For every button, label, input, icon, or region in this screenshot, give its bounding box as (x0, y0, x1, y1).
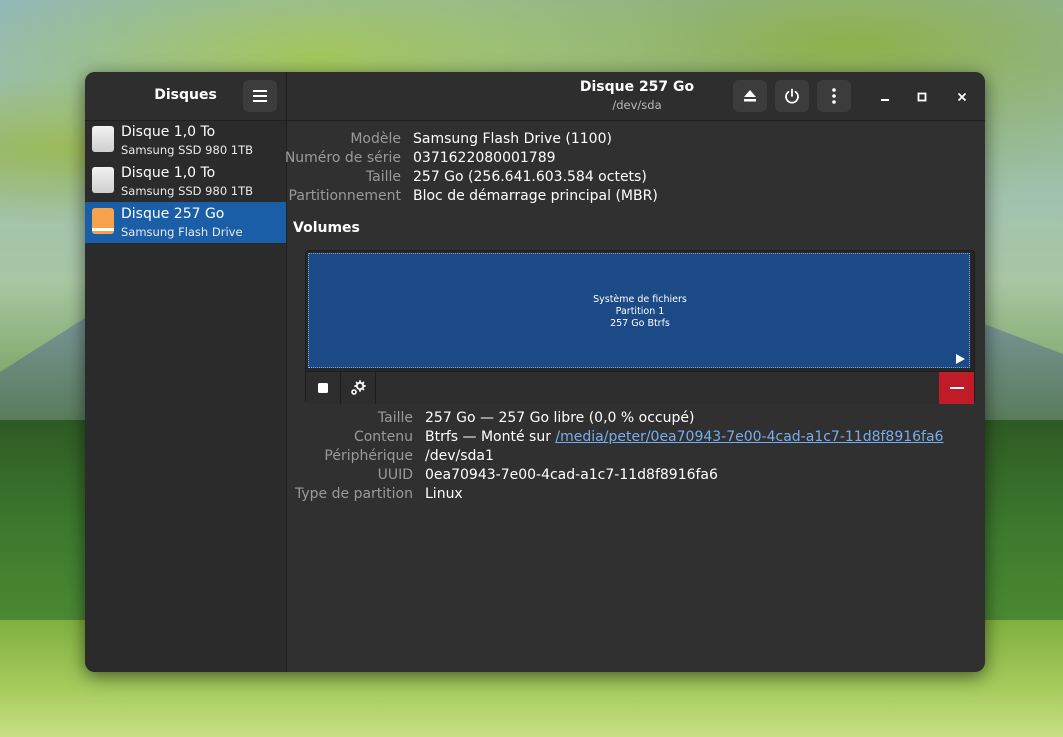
eject-icon (744, 90, 756, 102)
uuid-label: UUID (377, 467, 413, 483)
power-icon (785, 88, 799, 104)
volumes-map: Système de fichiers Partition 1 257 Go B… (305, 250, 975, 404)
partition-fs-label: Système de fichiers (593, 294, 687, 305)
partition-1-block[interactable]: Système de fichiers Partition 1 257 Go B… (308, 253, 970, 368)
size-value: 257 Go (256.641.603.584 octets) (413, 169, 647, 185)
power-off-button[interactable] (775, 80, 809, 112)
vertical-ellipsis-icon (832, 88, 836, 104)
serial-label: Numéro de série (284, 150, 401, 166)
mounted-play-icon (956, 354, 965, 364)
close-icon (957, 92, 967, 102)
uuid-value: 0ea70943-7e00-4cad-a1c7-11d8f8916fa6 (425, 467, 718, 483)
sidebar-header: Disques (85, 72, 286, 121)
size-row: Taille 257 Go (256.641.603.584 octets) (287, 169, 985, 188)
drive-item-ssd-1[interactable]: Disque 1,0 To Samsung SSD 980 1TB (85, 120, 286, 161)
partition-options-button[interactable] (341, 372, 376, 404)
volume-size-label: Taille (377, 410, 413, 426)
contents-prefix: Btrfs — Monté sur (425, 429, 556, 445)
disk-title: Disque 257 Go (579, 79, 695, 95)
disk-device-path: /dev/sda (612, 98, 662, 112)
disk-options-button[interactable] (817, 80, 851, 112)
uuid-row: UUID 0ea70943-7e00-4cad-a1c7-11d8f8916fa… (287, 467, 985, 486)
header-bar: Disque 257 Go /dev/sda (287, 72, 985, 121)
drive-item-usb[interactable]: Disque 257 Go Samsung Flash Drive (85, 202, 286, 243)
delete-partition-button[interactable] (939, 372, 974, 404)
device-row: Périphérique /dev/sda1 (287, 448, 985, 467)
eject-button[interactable] (733, 80, 767, 112)
close-button[interactable] (950, 85, 974, 109)
drive-name: Disque 1,0 To (121, 124, 216, 140)
drive-name: Disque 257 Go (121, 206, 225, 222)
serial-row: Numéro de série 0371622080001789 (284, 150, 985, 169)
ssd-drive-icon (92, 167, 114, 193)
partition-type-row: Type de partition Linux (287, 486, 985, 505)
drive-item-ssd-2[interactable]: Disque 1,0 To Samsung SSD 980 1TB (85, 161, 286, 202)
maximize-icon (917, 92, 927, 102)
sidebar: Disques Disque 1,0 To Samsung SSD 980 1T… (85, 72, 287, 672)
contents-row: Contenu Btrfs — Monté sur /media/peter/0… (287, 429, 985, 448)
model-value: Samsung Flash Drive (1100) (413, 131, 612, 147)
volume-toolbar (306, 371, 974, 404)
volume-info: Taille 257 Go — 257 Go libre (0,0 % occu… (287, 410, 985, 505)
hamburger-menu-icon (253, 90, 267, 102)
partition-label: Système de fichiers Partition 1 257 Go B… (309, 294, 971, 330)
partitioning-row: Partitionnement Bloc de démarrage princi… (287, 188, 985, 207)
minimize-icon (881, 99, 889, 101)
size-label: Taille (365, 169, 401, 185)
main-pane: Disque 257 Go /dev/sda Modèle Samsung Fl… (284, 72, 985, 672)
disks-window: Disques Disque 1,0 To Samsung SSD 980 1T… (85, 72, 985, 672)
partition-type-label: Type de partition (295, 486, 413, 502)
drive-name: Disque 1,0 To (121, 165, 216, 181)
drive-model: Samsung SSD 980 1TB (121, 143, 254, 157)
volume-size-value: 257 Go — 257 Go libre (0,0 % occupé) (425, 410, 695, 426)
mount-point-link[interactable]: /media/peter/0ea70943-7e00-4cad-a1c7-11d… (555, 429, 943, 445)
device-label: Périphérique (324, 448, 413, 464)
partitioning-value: Bloc de démarrage principal (MBR) (413, 188, 658, 204)
unmount-button[interactable] (306, 372, 341, 404)
drive-model: Samsung Flash Drive (121, 225, 243, 239)
partition-type-value: Linux (425, 486, 463, 502)
ssd-drive-icon (92, 126, 114, 152)
partition-number-label: Partition 1 (615, 306, 665, 317)
stop-icon (318, 383, 328, 393)
minus-icon (949, 387, 964, 389)
minimize-button[interactable] (873, 85, 897, 109)
volumes-heading: Volumes (293, 220, 360, 236)
drive-model: Samsung SSD 980 1TB (121, 184, 254, 198)
model-row: Modèle Samsung Flash Drive (1100) (287, 131, 985, 150)
partitioning-label: Partitionnement (288, 188, 401, 204)
model-label: Modèle (350, 131, 401, 147)
drive-info: Modèle Samsung Flash Drive (1100) Numéro… (284, 131, 985, 207)
maximize-button[interactable] (910, 85, 934, 109)
device-value: /dev/sda1 (425, 448, 494, 464)
contents-label: Contenu (353, 429, 413, 445)
contents-value: Btrfs — Monté sur /media/peter/0ea70943-… (425, 429, 943, 445)
volume-size-row: Taille 257 Go — 257 Go libre (0,0 % occu… (287, 410, 985, 429)
serial-value: 0371622080001789 (413, 150, 556, 166)
partition-size-label: 257 Go Btrfs (610, 318, 670, 329)
drive-list: Disque 1,0 To Samsung SSD 980 1TB Disque… (85, 120, 286, 243)
gears-icon (351, 380, 366, 395)
main-menu-button[interactable] (243, 80, 277, 112)
usb-drive-icon (92, 208, 114, 234)
